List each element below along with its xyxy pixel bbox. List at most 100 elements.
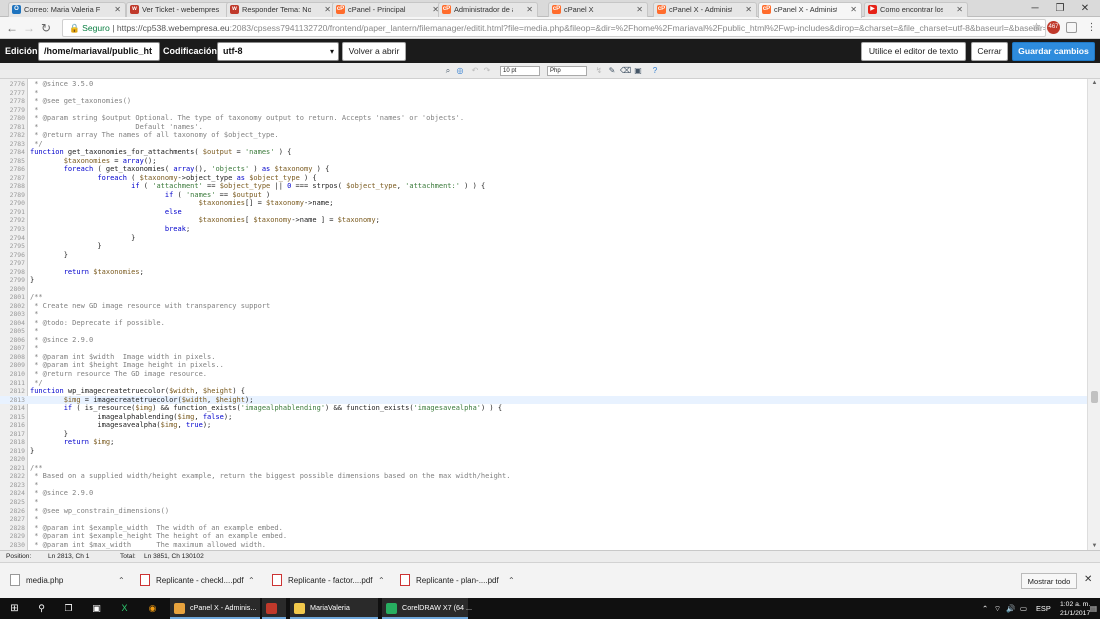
help-icon[interactable]: ? — [650, 66, 660, 76]
code-line[interactable]: 2778 * @see get_taxonomies() — [0, 97, 1087, 106]
close-tab-icon[interactable]: ✕ — [324, 3, 331, 16]
download-options-chevron-icon[interactable]: ⌃ — [508, 573, 515, 589]
browser-tab[interactable]: ▶Como encontrar los err ✕ — [864, 2, 968, 17]
edit-pencil-icon[interactable]: ✎ — [607, 66, 617, 76]
encoding-select[interactable]: utf-8 — [217, 42, 339, 61]
browser-tab[interactable]: cPAdministrador de arch ✕ — [438, 2, 538, 17]
code-line[interactable]: 2807 * — [0, 344, 1087, 353]
browser-tab[interactable]: w Responder Tema: No p ✕ — [226, 2, 336, 17]
code-line[interactable]: 2819} — [0, 447, 1087, 456]
code-line[interactable]: 2802 * Create new GD image resource with… — [0, 302, 1087, 311]
download-item[interactable]: Replicante - plan-....pdf ⌃ — [400, 573, 520, 589]
close-tab-icon[interactable]: ✕ — [526, 3, 533, 16]
code-line[interactable]: 2809 * @param int $height Image height i… — [0, 361, 1087, 370]
excel-icon[interactable]: X — [118, 602, 131, 615]
close-window-icon[interactable]: ✕ — [1075, 0, 1095, 17]
download-options-chevron-icon[interactable]: ⌃ — [248, 573, 255, 589]
text-editor-button[interactable]: Utilice el editor de texto — [861, 42, 966, 61]
taskbar-app[interactable]: CorelDRAW X7 (64 ... — [382, 598, 472, 619]
code-line[interactable]: 2797 — [0, 259, 1087, 268]
fullscreen-icon[interactable]: ▣ — [633, 66, 643, 76]
browser-tab[interactable]: cP cPanel - Principal ✕ — [332, 2, 444, 17]
browser-tab[interactable]: cPcPanel X - Administrac ✕ — [653, 2, 757, 17]
address-bar[interactable]: 🔒 Seguro | https://cp538.webempresa.eu:2… — [62, 19, 1046, 37]
code-line[interactable]: 2821 /** — [0, 464, 1087, 473]
code-line[interactable]: 2784 function get_taxonomies_for_attachme… — [0, 148, 1087, 157]
store-icon[interactable]: ▣ — [90, 602, 103, 615]
code-line[interactable]: 2811 */ — [0, 379, 1087, 388]
code-line[interactable]: 2799} — [0, 276, 1087, 285]
binoculars-icon[interactable]: ⌕ — [443, 66, 453, 76]
code-line[interactable]: 2796 } — [0, 251, 1087, 260]
code-line[interactable]: 2790 $taxonomies[] = $taxonomy->name; — [0, 199, 1087, 208]
battery-tray-icon[interactable]: ▭ — [1020, 598, 1027, 619]
download-item[interactable]: Replicante - factor....pdf ⌃ — [272, 573, 390, 589]
reload-icon[interactable]: ↻ — [38, 19, 54, 37]
code-editor[interactable]: 2776 * @since 3.5.0 2777 * 2778 * @see get… — [0, 79, 1087, 550]
code-line[interactable]: 2820 — [0, 455, 1087, 464]
code-line[interactable]: 2816 imagesavealpha($img, true); — [0, 421, 1087, 430]
code-line[interactable]: 2806 * @since 2.9.0 — [0, 336, 1087, 345]
undo-icon[interactable]: ↶ — [470, 66, 480, 76]
code-line[interactable]: 2830 * @param int $max_width The maximum… — [0, 541, 1087, 550]
code-line[interactable]: 2810 * @return resource The GD image res… — [0, 370, 1087, 379]
code-line[interactable]: 2780 * @param string $output Optional. T… — [0, 114, 1087, 123]
close-tab-icon[interactable]: ✕ — [114, 3, 121, 16]
browser-tab[interactable]: cPcPanel X - Administrac ✕ — [758, 2, 862, 18]
scroll-up-icon[interactable]: ▲ — [1088, 80, 1100, 86]
reopen-button[interactable]: Volver a abrir — [342, 42, 406, 61]
scroll-down-icon[interactable]: ▼ — [1088, 543, 1100, 549]
close-tab-icon[interactable]: ✕ — [636, 3, 643, 16]
code-line[interactable]: 2826 * @see wp_constrain_dimensions() — [0, 507, 1087, 516]
code-line[interactable]: 2791 else — [0, 208, 1087, 217]
code-line[interactable]: 2795 } — [0, 242, 1087, 251]
clock-date[interactable]: 21/1/2017 — [1060, 603, 1090, 624]
maximize-icon[interactable]: ❐ — [1050, 0, 1070, 17]
goto-line-icon[interactable]: ◎ — [455, 66, 465, 76]
network-tray-icon[interactable]: ⌃ — [982, 598, 988, 619]
browser-tab[interactable]: cP cPanel X ✕ — [548, 2, 648, 17]
highlight-icon[interactable]: ↯ — [594, 66, 604, 76]
code-line[interactable]: 2789 if ( 'names' == $output ) — [0, 191, 1087, 200]
code-line[interactable]: 2812 function wp_imagecreatetruecolor($wi… — [0, 387, 1087, 396]
language-indicator[interactable]: ESP — [1036, 598, 1051, 619]
download-item[interactable]: Replicante - checkl....pdf ⌃ — [140, 573, 260, 589]
show-all-downloads-button[interactable]: Mostrar todo — [1021, 573, 1077, 589]
code-line[interactable]: 2786 foreach ( get_taxonomies( array(), … — [0, 165, 1087, 174]
code-line[interactable]: 2794 } — [0, 234, 1087, 243]
vertical-scrollbar[interactable]: ▲ ▼ — [1087, 79, 1100, 550]
taskbar-app[interactable]: MariaValeria — [290, 598, 378, 619]
windows-start-icon[interactable]: ⊞ — [8, 602, 21, 615]
code-line[interactable]: 2823 * — [0, 481, 1087, 490]
menu-icon[interactable]: ⋮ — [1085, 21, 1098, 34]
code-line[interactable]: 2788 if ( 'attachment' == $object_type |… — [0, 182, 1087, 191]
code-line[interactable]: 2827 * — [0, 515, 1087, 524]
code-line[interactable]: 2782 * @return array The names of all ta… — [0, 131, 1087, 140]
close-tab-icon[interactable]: ✕ — [745, 3, 752, 16]
close-tab-icon[interactable]: ✕ — [850, 3, 857, 16]
forward-icon[interactable]: → — [21, 19, 37, 37]
close-button[interactable]: Cerrar — [971, 42, 1008, 61]
download-item[interactable]: media.php ⌃ — [10, 573, 130, 589]
notification-icon[interactable]: ▤ — [1090, 598, 1097, 619]
code-line[interactable]: 2793 break; — [0, 225, 1087, 234]
code-line[interactable]: 2817 } — [0, 430, 1087, 439]
browser-tab[interactable]: O Correo: Maria Valeria F ✕ — [8, 2, 126, 17]
reset-highlight-icon[interactable]: ⌫ — [620, 66, 631, 76]
code-line[interactable]: 2777 * — [0, 89, 1087, 98]
taskbar-app[interactable]: cPanel X - Adminis... — [170, 598, 260, 619]
code-line[interactable]: 2779 * — [0, 106, 1087, 115]
extension-icon[interactable] — [1066, 22, 1077, 33]
code-line[interactable]: 2804 * @todo: Deprecate if possible. — [0, 319, 1087, 328]
code-line[interactable]: 2808 * @param int $width Image width in … — [0, 353, 1087, 362]
code-line[interactable]: 2783 */ — [0, 140, 1087, 149]
minimize-icon[interactable]: ─ — [1025, 0, 1045, 17]
extension-badge[interactable]: 467 — [1047, 21, 1060, 34]
close-tab-icon[interactable]: ✕ — [956, 3, 963, 16]
code-line[interactable]: 2781 * Default 'names'. — [0, 123, 1087, 132]
file-path-field[interactable]: /home/mariaval/public_ht — [38, 42, 160, 61]
code-line[interactable]: 2776 * @since 3.5.0 — [0, 80, 1087, 89]
save-button[interactable]: Guardar cambios — [1012, 42, 1095, 61]
volume-tray-icon[interactable]: 🔊 — [1006, 598, 1015, 619]
code-line[interactable]: 2828 * @param int $example_width The wid… — [0, 524, 1087, 533]
